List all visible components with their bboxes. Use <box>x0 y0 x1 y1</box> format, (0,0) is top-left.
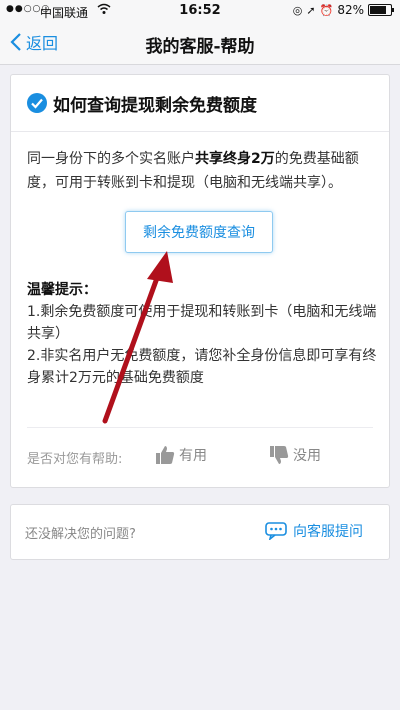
tips-title: 温馨提示： <box>27 282 97 298</box>
nav-bar: 返回 我的客服-帮助 <box>0 22 400 65</box>
unresolved-prompt: 还没解决您的问题? <box>25 527 136 542</box>
tip-item-1: 1.剩余免费额度可使用于提现和转账到卡（电脑和无线端共享） <box>27 304 377 342</box>
faq-card: 如何查询提现剩余免费额度 同一身份下的多个实名账户共享终身2万的免费基础额度，可… <box>10 74 390 488</box>
thumbs-down-icon <box>270 446 289 464</box>
alarm-icon: ⏰ <box>319 3 334 17</box>
faq-header: 如何查询提现剩余免费额度 <box>11 75 389 132</box>
ask-support-card: 还没解决您的问题? 向客服提问 <box>10 504 390 560</box>
useful-button[interactable]: 有用 <box>155 445 207 465</box>
question-title: 如何查询提现剩余免费额度 <box>53 95 257 116</box>
useless-label: 没用 <box>293 448 321 464</box>
location-icon: ➚ <box>306 3 316 17</box>
useless-button[interactable]: 没用 <box>269 445 321 465</box>
lock-rotation-icon: ◎ <box>292 3 303 17</box>
useful-label: 有用 <box>179 448 207 464</box>
tips-section: 温馨提示： 1.剩余免费额度可使用于提现和转账到卡（电脑和无线端共享） 2.非实… <box>27 279 377 389</box>
feedback-row: 是否对您有帮助: 有用 没用 <box>27 445 377 469</box>
ask-support-link[interactable]: 向客服提问 <box>265 521 363 541</box>
chat-bubble-icon <box>265 522 287 540</box>
thumbs-up-icon <box>156 446 175 464</box>
battery-percent: 82% <box>337 3 364 17</box>
answer-intro: 同一身份下的多个实名账户共享终身2万的免费基础额度，可用于转账到卡和提现（电脑和… <box>27 147 377 195</box>
check-circle-icon <box>27 93 47 113</box>
page-title: 我的客服-帮助 <box>145 37 255 57</box>
intro-text-bold: 共享终身2万 <box>195 151 275 167</box>
tip-item-2: 2.非实名用户无免费额度，请您补全身份信息即可享有终身累计2万元的基础免费额度 <box>27 348 377 386</box>
status-right: ◎ ➚ ⏰ 82% <box>292 3 394 17</box>
ask-support-label: 向客服提问 <box>293 524 363 540</box>
status-bar: ●●○○○ 中国联通 16:52 ◎ ➚ ⏰ 82% <box>0 0 400 22</box>
battery-icon <box>368 4 394 16</box>
intro-text-start: 同一身份下的多个实名账户 <box>27 151 195 167</box>
divider <box>27 427 373 428</box>
feedback-prompt: 是否对您有帮助: <box>27 452 123 467</box>
remaining-quota-query-button[interactable]: 剩余免费额度查询 <box>125 211 273 253</box>
